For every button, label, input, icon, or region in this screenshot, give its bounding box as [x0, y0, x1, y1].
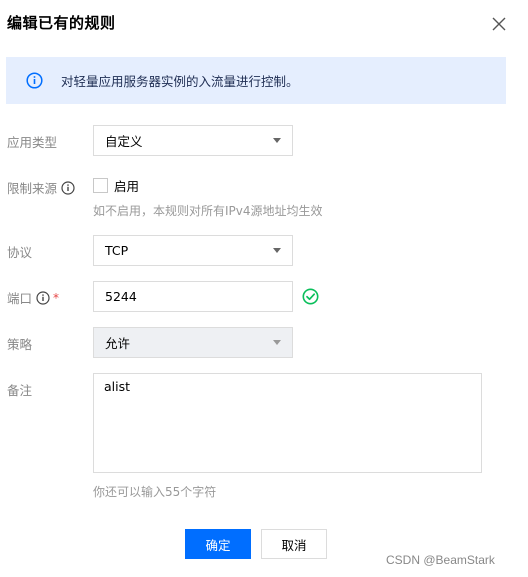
protocol-select[interactable]: TCP [93, 235, 293, 266]
protocol-label: 协议 [7, 242, 32, 261]
remark-textarea[interactable]: alist [93, 373, 482, 473]
source-limit-label-text: 限制来源 [7, 181, 58, 196]
policy-select[interactable]: 允许 [93, 327, 293, 358]
source-limit-checkbox-label[interactable]: 启用 [114, 176, 139, 195]
confirm-button[interactable]: 确定 [185, 529, 251, 559]
caret-down-icon [273, 138, 281, 143]
policy-label: 策略 [7, 334, 32, 353]
policy-label-text: 策略 [7, 337, 33, 352]
app-type-label: 应用类型 [7, 132, 57, 151]
port-label: 端口 * [7, 288, 59, 307]
remark-label: 备注 [7, 380, 32, 399]
info-icon [26, 72, 43, 89]
source-limit-hint: 如不启用，本规则对所有IPv4源地址均生效 [93, 204, 323, 218]
remark-char-hint: 你还可以输入55个字符 [93, 485, 217, 499]
edit-rule-dialog: 编辑已有的规则 对轻量应用服务器实例的入流量进行控制。 应用类型 自定义 限制来… [0, 0, 528, 577]
info-notice: 对轻量应用服务器实例的入流量进行控制。 [6, 57, 506, 104]
port-label-text: 端口 [7, 291, 33, 306]
dialog-title: 编辑已有的规则 [7, 14, 116, 32]
port-value: 5244 [105, 289, 137, 304]
protocol-label-text: 协议 [7, 245, 33, 260]
check-circle-icon [302, 288, 319, 305]
port-input[interactable]: 5244 [93, 281, 293, 312]
app-type-value: 自定义 [105, 134, 143, 149]
caret-down-icon [273, 248, 281, 253]
close-icon[interactable] [490, 15, 508, 33]
notice-text: 对轻量应用服务器实例的入流量进行控制。 [61, 74, 299, 89]
app-type-label-text: 应用类型 [7, 135, 58, 150]
help-icon[interactable] [61, 180, 75, 195]
cancel-button[interactable]: 取消 [261, 529, 327, 559]
help-icon[interactable] [36, 290, 50, 305]
caret-down-icon [273, 340, 281, 345]
source-limit-label: 限制来源 [7, 178, 75, 197]
policy-value: 允许 [105, 336, 131, 351]
source-limit-checkbox[interactable] [93, 178, 108, 193]
protocol-value: TCP [105, 243, 129, 258]
source-limit-checkbox-row: 启用 [93, 176, 139, 195]
watermark: CSDN @BeamStark [386, 553, 495, 567]
required-mark: * [53, 290, 60, 305]
app-type-select[interactable]: 自定义 [93, 125, 293, 156]
remark-label-text: 备注 [7, 383, 33, 398]
